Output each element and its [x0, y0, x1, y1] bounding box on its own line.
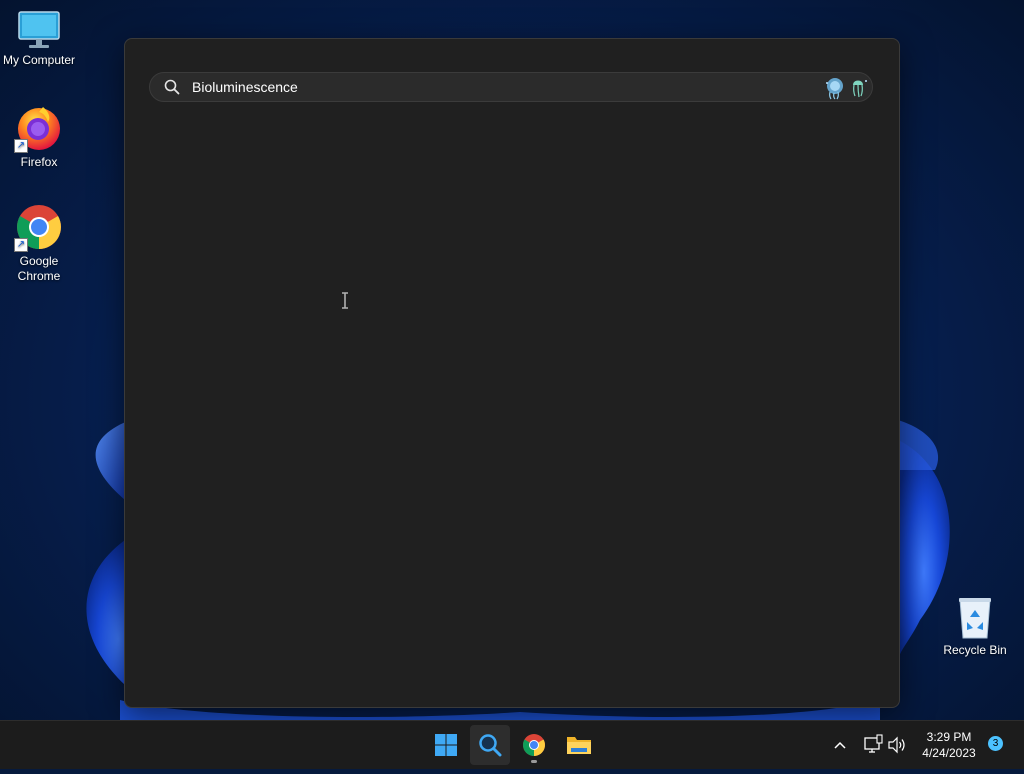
network-button[interactable] [863, 721, 883, 769]
desktop: My Computer ↗ Firefox ↗ Google Chrome Re… [0, 0, 1024, 720]
search-icon [164, 79, 180, 100]
chrome-icon: ↗ [14, 203, 63, 252]
desktop-icon-recycle-bin[interactable]: Recycle Bin [936, 596, 1014, 658]
taskbar: 3:29 PM 4/24/2023 [0, 720, 1024, 769]
volume-icon [888, 736, 905, 754]
folder-icon [567, 737, 591, 754]
notification-badge[interactable]: 3 [988, 736, 1003, 751]
running-indicator [531, 760, 537, 763]
search-icon [479, 734, 502, 757]
search-box[interactable] [149, 72, 873, 102]
volume-button[interactable] [887, 721, 907, 769]
clock[interactable]: 3:29 PM 4/24/2023 [916, 729, 982, 761]
chrome-icon [523, 734, 545, 756]
search-input[interactable] [192, 77, 792, 97]
monitor-icon [17, 10, 61, 50]
desktop-icon-label: Recycle Bin [943, 643, 1007, 657]
taskbar-file-explorer-button[interactable] [558, 725, 598, 765]
desktop-icon-label: Google Chrome [17, 254, 61, 283]
chevron-up-icon [834, 741, 846, 749]
desktop-icon-label: My Computer [2, 53, 76, 67]
desktop-icon-firefox[interactable]: ↗ Firefox [0, 104, 78, 170]
taskbar-search-button[interactable] [470, 725, 510, 765]
search-panel [124, 38, 900, 708]
desktop-icon-google-chrome[interactable]: ↗ Google Chrome [0, 203, 78, 284]
desktop-icon-my-computer[interactable]: My Computer [0, 10, 78, 68]
jellyfish-icon[interactable] [820, 74, 870, 105]
text-cursor-icon [342, 292, 348, 309]
show-hidden-icons-button[interactable] [832, 721, 848, 769]
clock-date: 4/24/2023 [922, 746, 976, 760]
desktop-icon-label: Firefox [20, 155, 58, 169]
windows-logo-icon [435, 734, 457, 756]
network-icon [864, 734, 883, 753]
firefox-icon: ↗ [14, 104, 63, 153]
taskbar-chrome-button[interactable] [514, 725, 554, 765]
clock-time: 3:29 PM [926, 730, 972, 744]
start-button[interactable] [426, 725, 466, 765]
recycle-bin-icon [955, 596, 995, 640]
